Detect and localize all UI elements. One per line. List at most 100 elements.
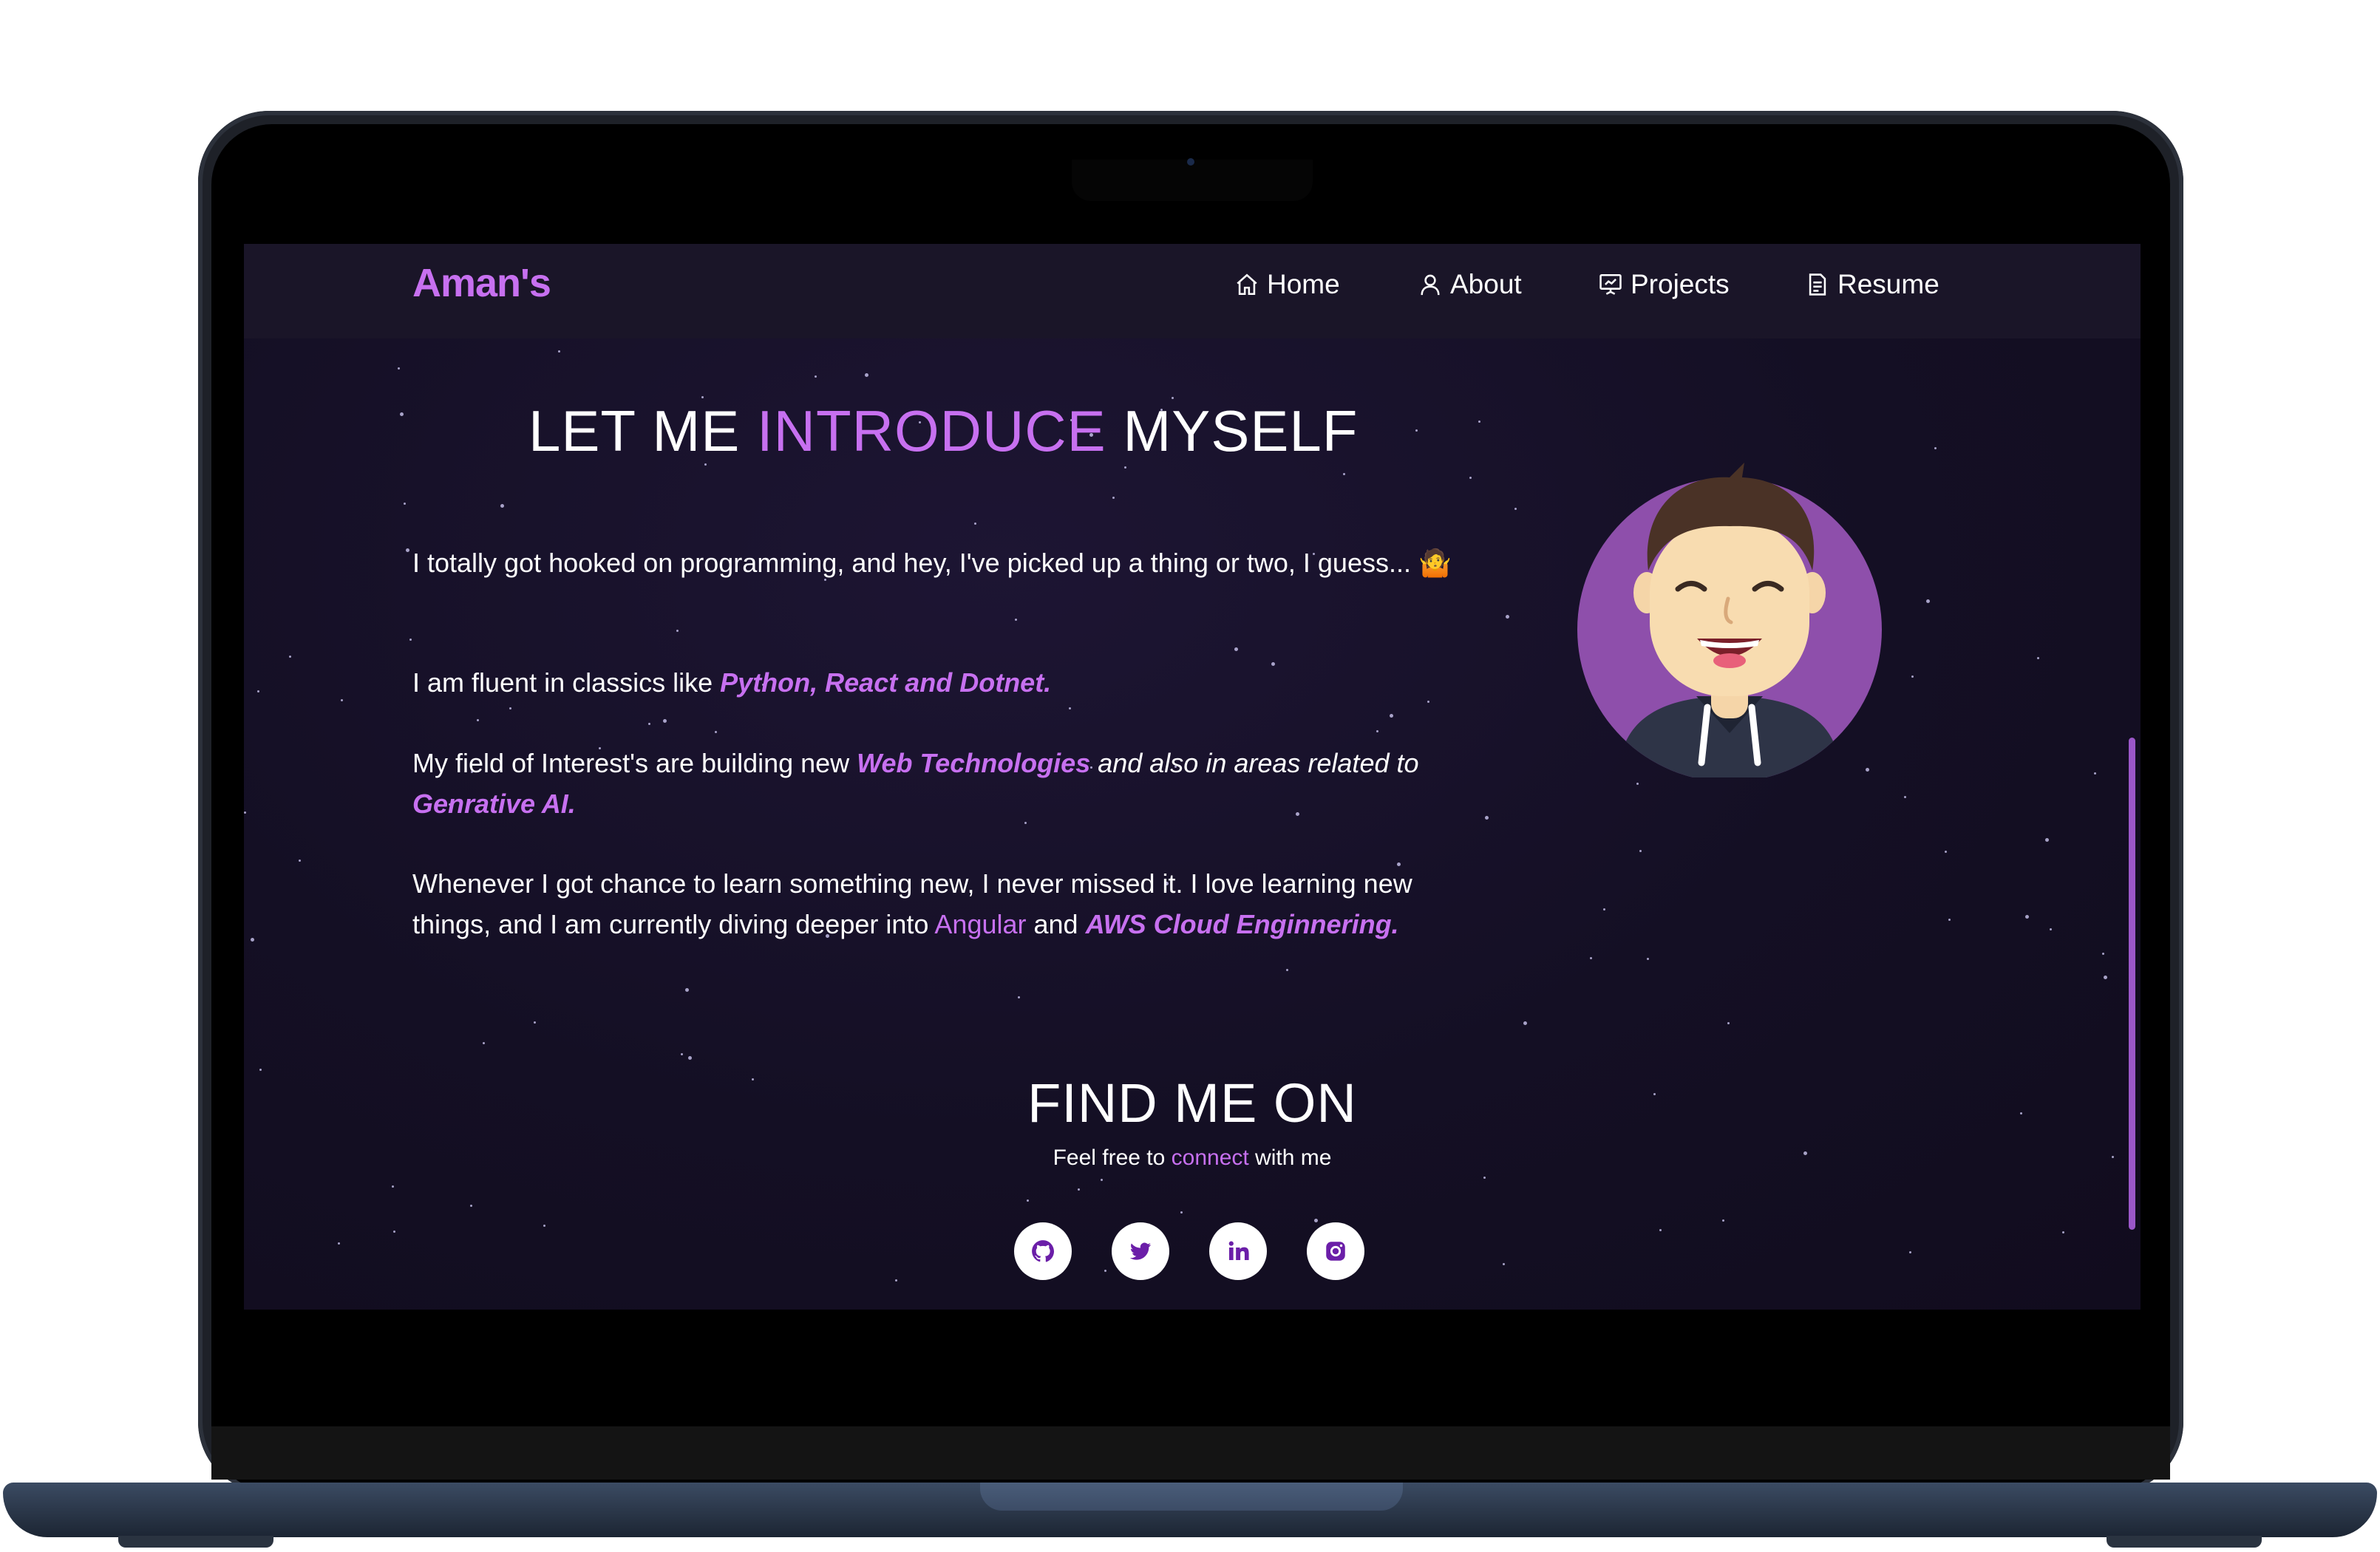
brand-logo[interactable]: Aman's — [412, 260, 551, 306]
star — [534, 1021, 536, 1024]
star — [1945, 851, 1947, 853]
nav-about-label: About — [1450, 269, 1522, 299]
twitter-icon — [1129, 1242, 1152, 1260]
p4-highlight-aws: AWS Cloud Enginnering. — [1085, 909, 1399, 939]
star — [1523, 1021, 1527, 1025]
p3-text: My field of Interest's are building new — [412, 748, 857, 778]
nav-home[interactable]: Home — [1234, 269, 1340, 300]
star — [543, 1225, 545, 1227]
social-links — [1014, 1222, 1364, 1280]
intro-paragraph-4: Whenever I got chance to learn something… — [412, 863, 1477, 945]
star — [338, 1242, 340, 1245]
star — [688, 1056, 692, 1060]
star — [289, 656, 291, 658]
star — [2045, 838, 2049, 842]
star — [1286, 969, 1288, 971]
star — [1636, 783, 1639, 785]
star — [341, 699, 343, 701]
star — [1948, 919, 1951, 921]
presentation-icon — [1599, 273, 1622, 295]
p2-highlight: Python, React and Dotnet. — [720, 667, 1052, 698]
star — [1934, 447, 1937, 449]
website-screen: Aman's Home About Projects Resume LET ME… — [244, 244, 2141, 1310]
laptop-chin — [211, 1426, 2170, 1480]
star — [2102, 953, 2104, 955]
star — [470, 1205, 472, 1207]
star — [1590, 957, 1592, 959]
star — [1904, 796, 1906, 798]
laptop-opening-notch — [980, 1483, 1403, 1511]
star — [483, 1042, 485, 1044]
star — [1343, 473, 1345, 475]
nav-about[interactable]: About — [1418, 269, 1522, 300]
star — [685, 988, 689, 992]
instagram-icon — [1326, 1242, 1345, 1261]
star — [1603, 908, 1605, 911]
p4-highlight-angular: Angular — [934, 909, 1027, 939]
p3-highlight-ai: Genrative AI. — [412, 789, 576, 819]
star — [1027, 1199, 1029, 1202]
star — [1124, 466, 1126, 469]
laptop-foot-right — [2107, 1536, 2262, 1548]
star — [865, 373, 868, 377]
find-me-subtitle: Feel free to connect with me — [244, 1146, 2141, 1171]
star — [1078, 1188, 1080, 1191]
star — [1911, 675, 1914, 678]
intro-title-suffix: MYSELF — [1106, 398, 1359, 463]
github-link[interactable] — [1014, 1222, 1072, 1280]
star — [393, 1231, 395, 1233]
star — [676, 630, 679, 632]
intro-title-prefix: LET ME — [528, 398, 757, 463]
star — [1639, 850, 1642, 852]
star — [259, 1069, 262, 1071]
star — [1390, 714, 1393, 718]
star — [558, 350, 560, 353]
star — [509, 707, 511, 709]
linkedin-link[interactable] — [1209, 1222, 1267, 1280]
star — [500, 504, 504, 508]
star — [1376, 730, 1378, 732]
star — [1069, 707, 1071, 709]
home-icon — [1237, 273, 1257, 296]
star — [663, 719, 667, 723]
star — [1234, 647, 1238, 651]
star — [1112, 497, 1115, 499]
star — [2025, 915, 2029, 919]
star — [681, 1053, 683, 1055]
star — [244, 811, 246, 814]
nav-projects[interactable]: Projects — [1598, 269, 1730, 300]
github-icon — [1032, 1240, 1055, 1262]
instagram-link[interactable] — [1307, 1222, 1364, 1280]
star — [2104, 976, 2107, 979]
nav-resume[interactable]: Resume — [1805, 269, 1939, 300]
nav-resume-label: Resume — [1837, 269, 1939, 299]
star — [1926, 599, 1930, 603]
star — [1469, 477, 1472, 479]
star — [400, 412, 404, 416]
star — [1503, 1263, 1505, 1265]
intro-title-highlight: INTRODUCE — [756, 398, 1106, 463]
connect-link[interactable]: connect — [1172, 1146, 1249, 1170]
star — [1015, 619, 1017, 621]
p3-middle: and also in areas related to — [1090, 748, 1419, 778]
find-sub-suffix: with me — [1248, 1146, 1332, 1170]
scrollbar[interactable] — [2129, 738, 2135, 1230]
camera-notch — [1072, 160, 1313, 201]
star — [1506, 615, 1509, 619]
intro-paragraph-2: I am fluent in classics like Python, Rea… — [412, 662, 1477, 703]
star — [2037, 657, 2039, 659]
webcam-icon — [1187, 158, 1194, 166]
star — [404, 503, 406, 505]
star — [895, 1279, 897, 1282]
twitter-link[interactable] — [1112, 1222, 1169, 1280]
document-icon — [1809, 273, 1826, 296]
star — [1018, 996, 1020, 998]
star — [299, 860, 301, 862]
star — [1415, 429, 1418, 432]
star — [257, 690, 259, 692]
intro-paragraph-3: My field of Interest's are building new … — [412, 743, 1477, 824]
avatar — [1577, 463, 1882, 777]
star — [1485, 816, 1489, 820]
star — [1478, 421, 1480, 423]
nav-projects-label: Projects — [1631, 269, 1730, 299]
